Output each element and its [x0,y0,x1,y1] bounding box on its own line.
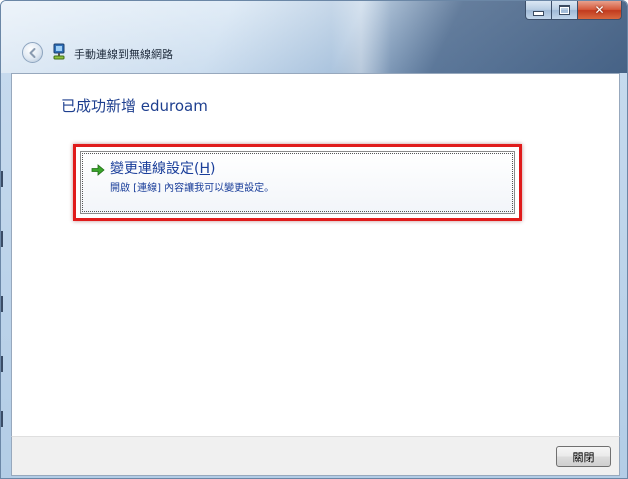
page-heading: 已成功新增 eduroam [61,97,208,115]
titlebar[interactable]: ✕ 手動連線到無線網路 [1,1,627,73]
window-close-button[interactable]: ✕ [578,1,622,20]
wireless-network-icon [53,43,65,60]
back-arrow-icon [29,47,35,58]
close-button[interactable]: 關閉 [556,446,611,467]
change-connection-settings-link[interactable]: 變更連線設定(H) 開啟 [連線] 內容讓我可以變更設定。 [80,151,515,214]
minimize-button[interactable] [525,1,552,20]
accelerator-key: H [199,161,210,177]
edge-mark [1,356,3,372]
window-title: 手動連線到無線網路 [74,48,173,61]
minimize-icon [533,11,544,16]
close-icon: ✕ [594,3,605,17]
maximize-icon [559,5,570,15]
content-area: 已成功新增 eduroam 變更連線設定(H) 開啟 [連線] 內容讓我可以變更… [11,73,620,436]
dialog-window: ✕ 手動連線到無線網路 已成功新增 eduroam 變更連線設定(H) 開啟 [… [0,0,628,479]
edge-mark [1,171,3,187]
edge-mark [1,411,3,427]
command-link-title-suffix: ) [210,161,216,177]
command-link-description: 開啟 [連線] 內容讓我可以變更設定。 [110,183,275,194]
green-arrow-icon [91,164,105,176]
maximize-button[interactable] [552,1,578,20]
command-link-title-prefix: 變更連線設定( [110,161,200,177]
caption-buttons: ✕ [525,1,622,21]
back-button[interactable] [22,42,43,63]
titlebar-glass-highlight [331,1,391,73]
edge-mark [1,296,3,312]
left-edge-shadow-marks [1,171,4,431]
command-link-title: 變更連線設定(H) [110,158,215,178]
edge-mark [1,231,3,247]
dialog-footer: 關閉 [11,436,620,476]
